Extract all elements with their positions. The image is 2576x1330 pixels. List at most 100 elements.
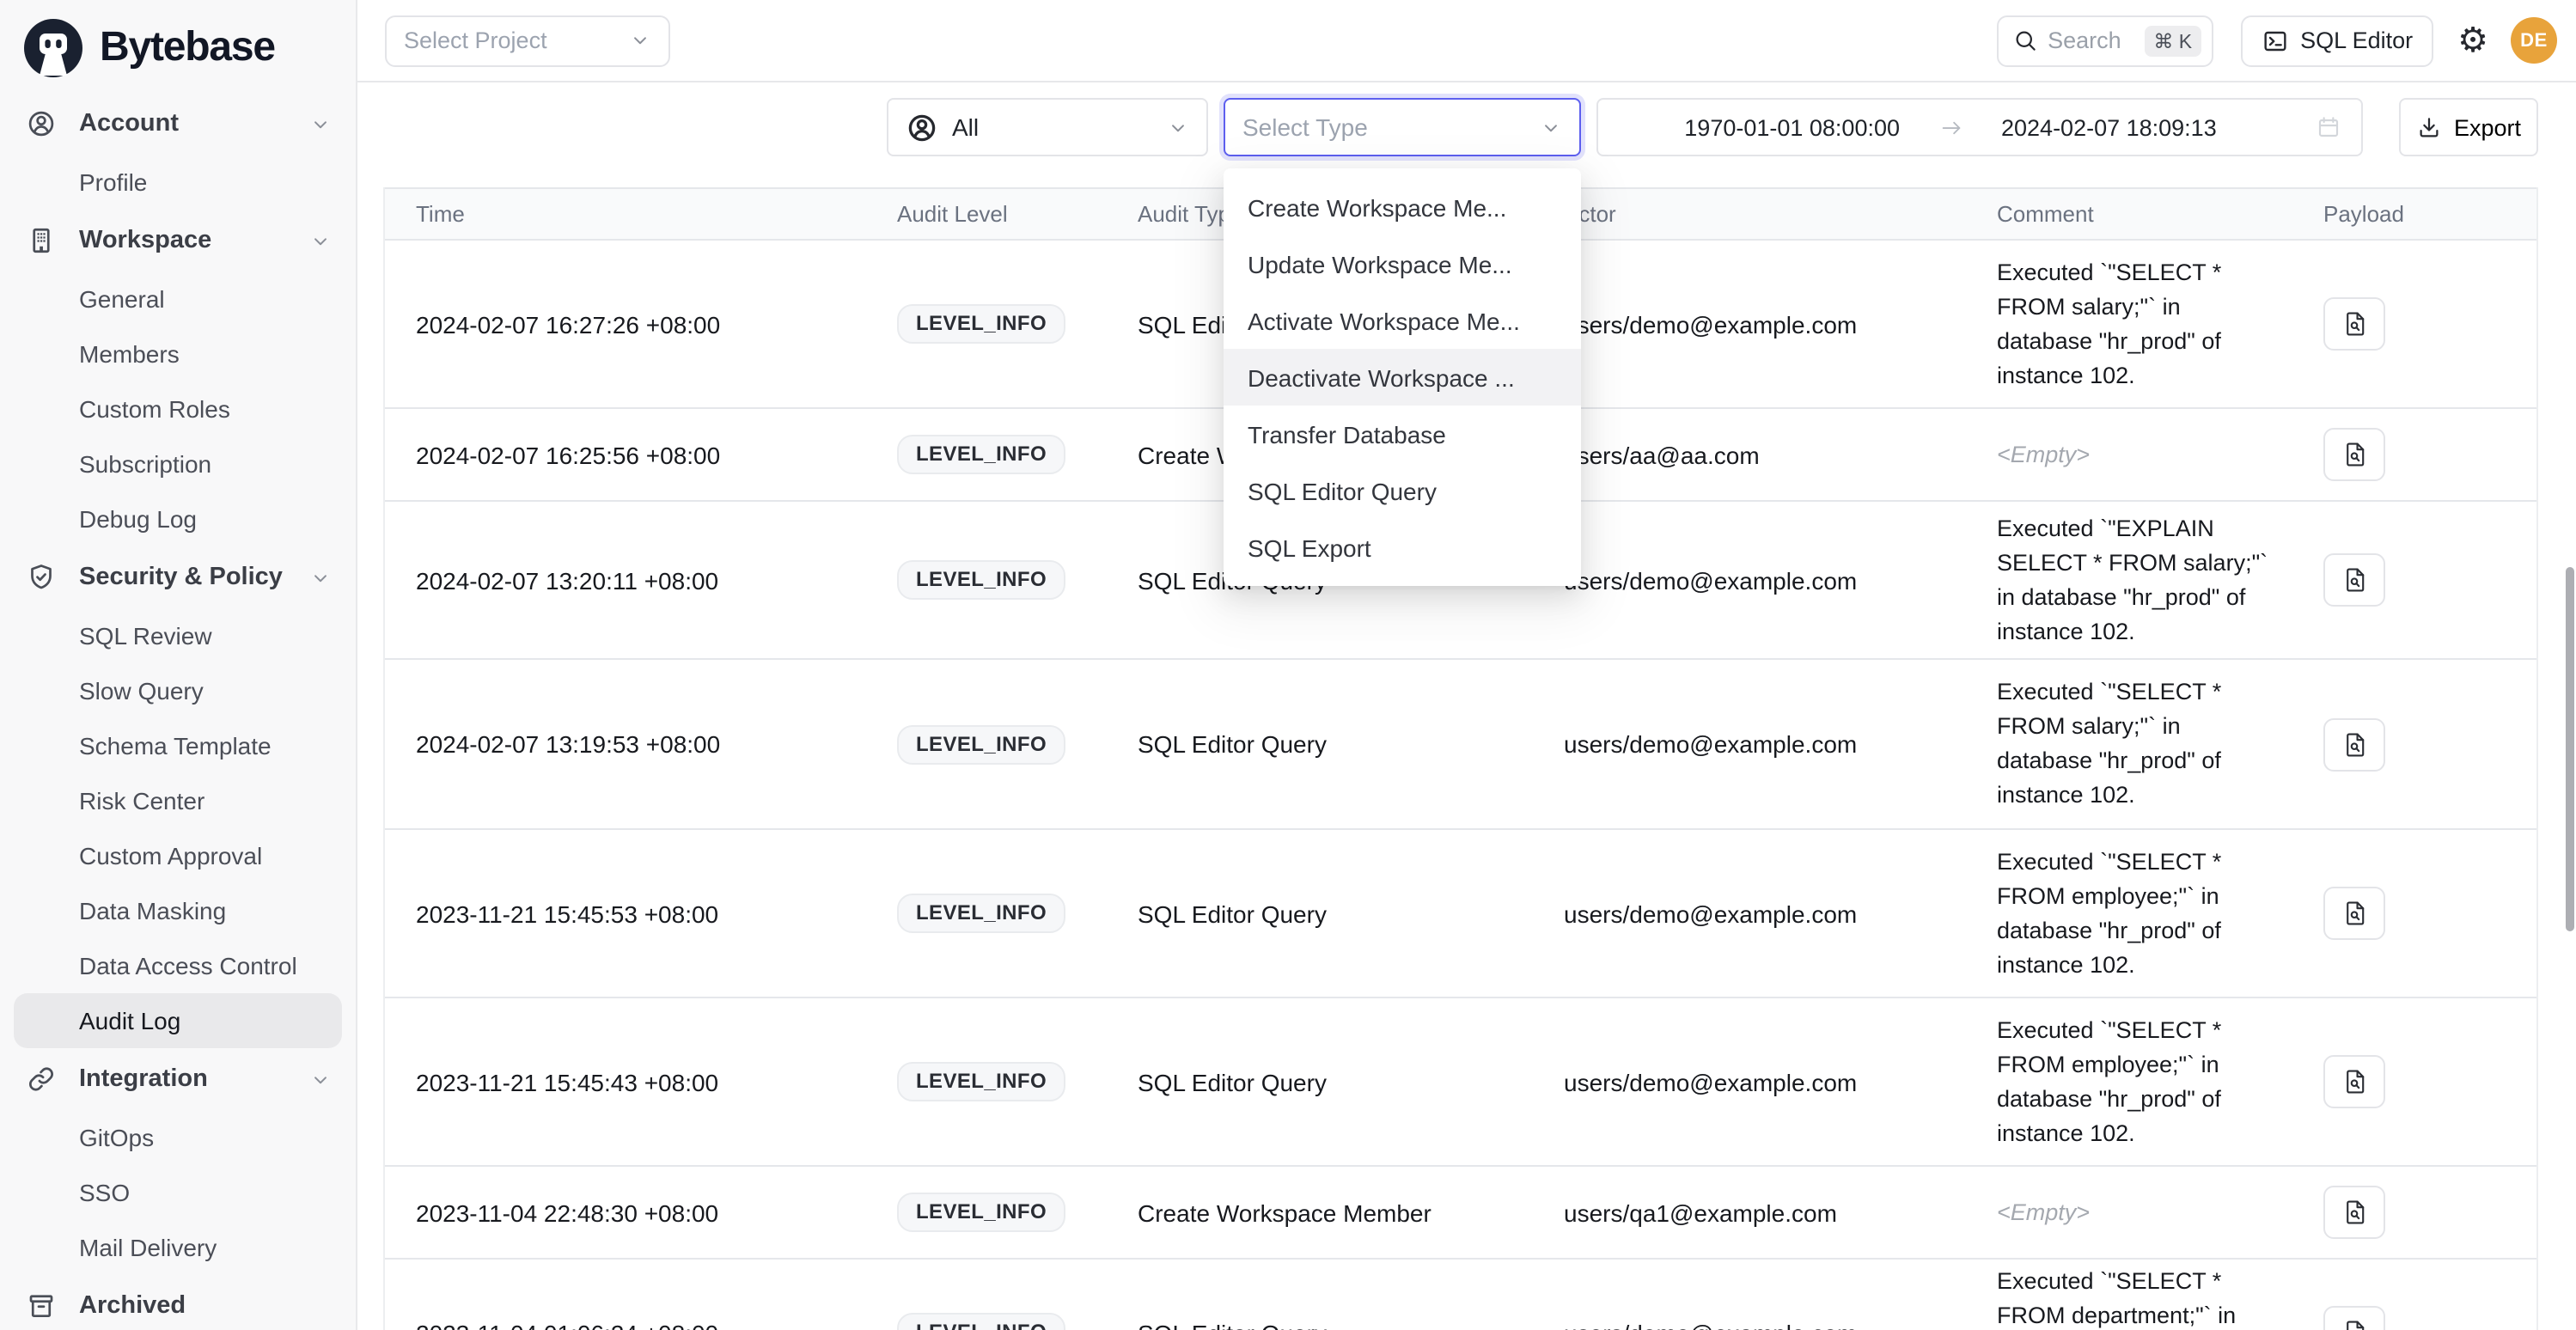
sidebar-item-general[interactable]: General: [14, 271, 342, 326]
sidebar-item-schema-template[interactable]: Schema Template: [14, 718, 342, 773]
menu-item-create-workspace-member[interactable]: Create Workspace Me...: [1224, 179, 1581, 235]
sidebar-item-label: Profile: [79, 168, 147, 196]
menu-item-deactivate-workspace-member[interactable]: Deactivate Workspace ...: [1224, 349, 1581, 406]
time-cell: 2023-11-21 15:45:43 +08:00: [416, 1068, 897, 1095]
sidebar-item-label: SQL Review: [79, 622, 212, 650]
chevron-down-icon: [309, 1068, 332, 1090]
actor-cell: users/demo@example.com: [1564, 1068, 1997, 1095]
payload-button[interactable]: [2323, 428, 2385, 481]
search-placeholder: Search: [2048, 27, 2134, 53]
vertical-scrollbar[interactable]: [2566, 567, 2574, 931]
sidebar-item-members[interactable]: Members: [14, 326, 342, 381]
actor-cell: users/demo@example.com: [1564, 310, 1997, 338]
file-search-icon: [2340, 729, 2369, 759]
file-search-icon: [2340, 440, 2369, 469]
sidebar-section-label: Account: [79, 110, 287, 137]
payload-button[interactable]: [2323, 553, 2385, 607]
sql-editor-label: SQL Editor: [2300, 27, 2413, 53]
menu-item-update-workspace-member[interactable]: Update Workspace Me...: [1224, 235, 1581, 292]
payload-button[interactable]: [2323, 1186, 2385, 1239]
sidebar-item-data-masking[interactable]: Data Masking: [14, 883, 342, 938]
type-filter-select[interactable]: Select Type: [1224, 98, 1581, 156]
sidebar-item-gitops[interactable]: GitOps: [14, 1110, 342, 1165]
export-button[interactable]: Export: [2399, 98, 2538, 156]
audit-type-cell: SQL Editor Query: [1138, 1068, 1564, 1095]
time-cell: 2024-02-07 16:27:26 +08:00: [416, 310, 897, 338]
gear-icon[interactable]: ⚙: [2457, 23, 2488, 58]
payload-button[interactable]: [2323, 1055, 2385, 1108]
file-search-icon: [2340, 565, 2369, 595]
file-search-icon: [2340, 1067, 2369, 1096]
column-header-actor: Actor: [1564, 201, 1997, 227]
menu-item-sql-editor-query[interactable]: SQL Editor Query: [1224, 462, 1581, 519]
sidebar-item-label: Risk Center: [79, 787, 204, 814]
sidebar-item-audit-log[interactable]: Audit Log: [14, 993, 342, 1048]
actor-cell: users/aa@aa.com: [1564, 441, 1997, 468]
sidebar-item-label: Mail Delivery: [79, 1234, 217, 1261]
project-select[interactable]: Select Project: [385, 15, 670, 66]
sidebar-section-label: Integration: [79, 1065, 287, 1093]
sidebar-item-slow-query[interactable]: Slow Query: [14, 663, 342, 718]
column-header-time: Time: [416, 201, 897, 227]
search-input[interactable]: Search ⌘ K: [1996, 15, 2213, 66]
payload-button[interactable]: [2323, 887, 2385, 940]
actor-cell: users/demo@example.com: [1564, 730, 1997, 758]
actor-filter-select[interactable]: All: [887, 98, 1208, 156]
sidebar-item-mail-delivery[interactable]: Mail Delivery: [14, 1220, 342, 1275]
table-row: 2023-11-21 15:45:53 +08:00 LEVEL_INFO SQ…: [385, 830, 2536, 998]
comment-cell: Executed `"SELECT * FROM salary;"` in da…: [1997, 255, 2279, 393]
comment-cell: Executed `"SELECT * FROM department;"` i…: [1997, 1264, 2279, 1330]
column-header-audit-level: Audit Level: [897, 201, 1138, 227]
date-range-picker[interactable]: 1970-01-01 08:00:00 2024-02-07 18:09:13: [1596, 98, 2363, 156]
sidebar-item-custom-roles[interactable]: Custom Roles: [14, 381, 342, 436]
sidebar-item-label: Slow Query: [79, 677, 204, 705]
table-row: 2023-11-04 01:06:24 +08:00 LEVEL_INFO SQ…: [385, 1260, 2536, 1330]
chevron-down-icon: [629, 29, 651, 52]
comment-cell: Executed `"EXPLAIN SELECT * FROM salary;…: [1997, 511, 2279, 649]
payload-button[interactable]: [2323, 717, 2385, 771]
audit-level-badge: LEVEL_INFO: [897, 724, 1065, 764]
file-search-icon: [2340, 309, 2369, 339]
sidebar-item-label: General: [79, 285, 165, 313]
payload-button[interactable]: [2323, 1306, 2385, 1330]
avatar[interactable]: DE: [2511, 17, 2557, 64]
time-cell: 2023-11-21 15:45:53 +08:00: [416, 900, 897, 927]
audit-type-cell: SQL Editor Query: [1138, 730, 1564, 758]
sidebar-item-archived[interactable]: Archived: [0, 1275, 356, 1330]
sidebar-item-data-access-control[interactable]: Data Access Control: [14, 938, 342, 993]
shield-check-icon: [26, 562, 57, 593]
search-icon: [2011, 27, 2037, 53]
sidebar-section-workspace[interactable]: Workspace: [0, 210, 356, 271]
sidebar-item-sso[interactable]: SSO: [14, 1165, 342, 1220]
audit-level-badge: LEVEL_INFO: [897, 1062, 1065, 1101]
sidebar-section-integration[interactable]: Integration: [0, 1048, 356, 1110]
audit-log-page: Bytebase Account Profile Workspace Gener…: [0, 0, 2576, 1330]
brand[interactable]: Bytebase: [0, 0, 356, 93]
sidebar-item-debug-log[interactable]: Debug Log: [14, 491, 342, 546]
file-search-icon: [2340, 1318, 2369, 1330]
sidebar-section-account[interactable]: Account: [0, 93, 356, 155]
actor-cell: users/demo@example.com: [1564, 1319, 1997, 1330]
sidebar-item-label: SSO: [79, 1179, 130, 1206]
file-search-icon: [2340, 1198, 2369, 1227]
menu-item-sql-export[interactable]: SQL Export: [1224, 519, 1581, 576]
search-shortcut-badge: ⌘ K: [2145, 25, 2201, 56]
chevron-down-icon: [309, 229, 332, 252]
sidebar-section-security-policy[interactable]: Security & Policy: [0, 546, 356, 608]
menu-item-activate-workspace-member[interactable]: Activate Workspace Me...: [1224, 292, 1581, 349]
menu-item-transfer-database[interactable]: Transfer Database: [1224, 406, 1581, 462]
audit-type-cell: Create Workspace Member: [1138, 1199, 1564, 1226]
sidebar-item-label: Schema Template: [79, 732, 272, 760]
sidebar-item-subscription[interactable]: Subscription: [14, 436, 342, 491]
sidebar-item-risk-center[interactable]: Risk Center: [14, 773, 342, 828]
user-circle-icon: [906, 111, 938, 143]
sidebar-item-sql-review[interactable]: SQL Review: [14, 608, 342, 663]
sidebar-item-profile[interactable]: Profile: [14, 155, 342, 210]
arrow-right-icon: [1938, 114, 1963, 140]
payload-button[interactable]: [2323, 297, 2385, 351]
sidebar-item-custom-approval[interactable]: Custom Approval: [14, 828, 342, 883]
sidebar-item-label: Data Access Control: [79, 952, 297, 979]
audit-level-badge: LEVEL_INFO: [897, 560, 1065, 600]
archive-icon: [26, 1290, 57, 1321]
sql-editor-button[interactable]: SQL Editor: [2240, 15, 2433, 66]
